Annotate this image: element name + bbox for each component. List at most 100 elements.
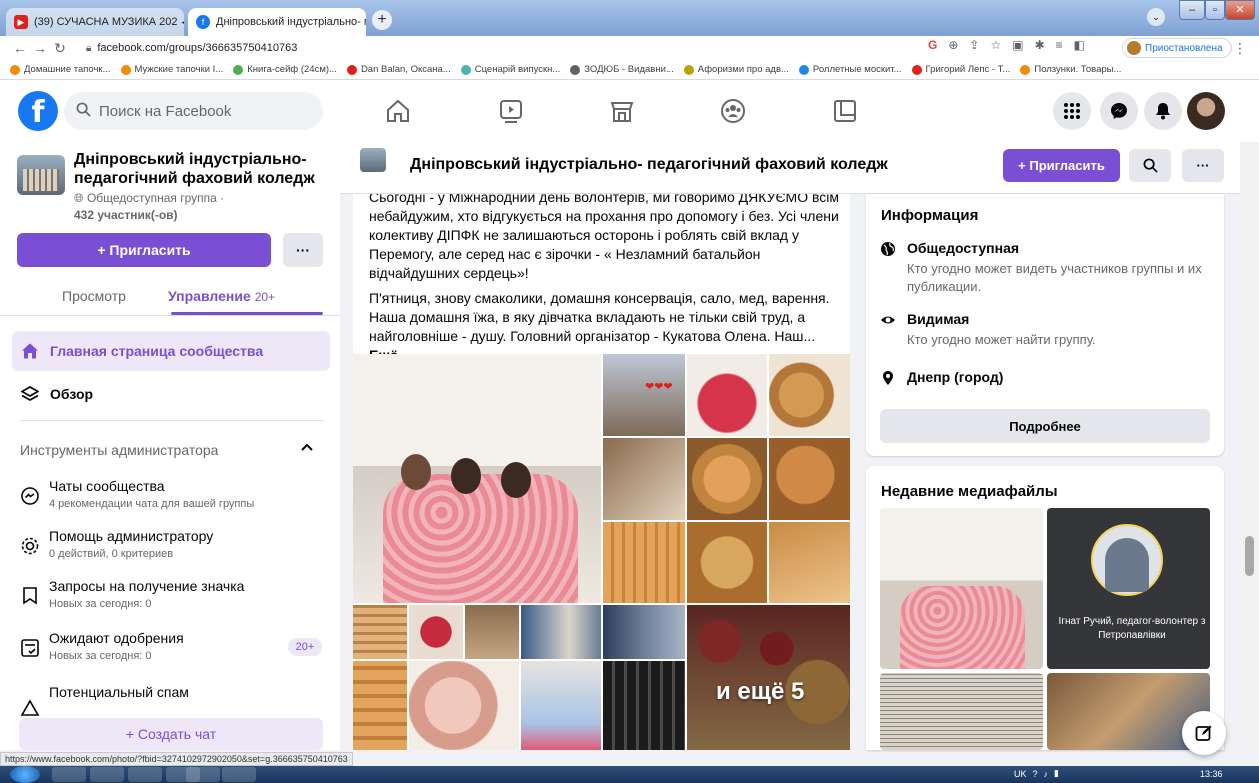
bookmark-item[interactable]: Роллетные москит... xyxy=(798,64,902,75)
group-thumbnail[interactable] xyxy=(17,155,65,195)
bookmark-item[interactable]: Ползунки. Товары... xyxy=(1020,64,1121,75)
bookmark-item[interactable]: Мужские тапочки I... xyxy=(120,64,223,75)
post-photo[interactable] xyxy=(603,522,685,603)
gaming-nav-icon[interactable] xyxy=(832,98,858,124)
bookmark-item[interactable]: Домашние тапочк... xyxy=(10,64,111,75)
maximize-window-button[interactable]: ▫ xyxy=(1205,0,1225,20)
taskbar-word[interactable] xyxy=(222,767,256,782)
info-location-text[interactable]: Днепр (город) xyxy=(907,369,1003,385)
video-nav-icon[interactable] xyxy=(498,98,524,124)
tab-view[interactable]: Просмотр xyxy=(62,288,126,304)
notifications-button[interactable] xyxy=(1144,92,1182,130)
post-photo[interactable] xyxy=(687,522,767,603)
post-photo[interactable] xyxy=(409,661,519,750)
post-photo[interactable] xyxy=(769,522,850,603)
post-photo[interactable] xyxy=(687,438,767,520)
minimize-window-button[interactable]: – xyxy=(1179,0,1205,20)
post-photo[interactable] xyxy=(353,354,601,603)
group-name[interactable]: Дніпровський індустріально- педагогічний… xyxy=(74,150,324,188)
volume-icon[interactable]: ♪ xyxy=(1044,769,1049,779)
post-photo[interactable]: ❤❤❤ xyxy=(603,354,685,436)
help-icon[interactable]: ? xyxy=(1033,769,1038,779)
details-button[interactable]: Подробнее xyxy=(880,409,1210,443)
post-photo[interactable] xyxy=(409,605,463,659)
scrollbar-thumb[interactable] xyxy=(1245,536,1254,576)
back-icon[interactable]: ← xyxy=(10,40,30,56)
tool-pending-approval[interactable]: Ожидают одобрения Новых за сегодня: 0 20… xyxy=(20,630,330,672)
marketplace-nav-icon[interactable] xyxy=(609,98,635,124)
chevron-up-icon[interactable] xyxy=(300,440,314,457)
forward-icon[interactable]: → xyxy=(30,40,50,56)
header-more-button[interactable]: ··· xyxy=(1182,149,1224,182)
post-photo[interactable] xyxy=(603,438,685,520)
reading-list-icon[interactable]: ≡ xyxy=(1056,38,1063,52)
audio-icon[interactable]: ◀︎ xyxy=(182,17,184,28)
post-photo[interactable] xyxy=(603,661,685,750)
menu-dots-icon[interactable]: ⋮ xyxy=(1230,40,1250,57)
nav-community-home[interactable]: Главная страница сообщества xyxy=(12,331,330,371)
language-indicator[interactable]: UK xyxy=(1014,769,1027,779)
media-thumbnail[interactable] xyxy=(1047,508,1210,669)
side-panel-icon[interactable]: ◧ xyxy=(1074,38,1085,52)
group-search-button[interactable] xyxy=(1129,149,1171,182)
facebook-search-input[interactable]: Поиск на Facebook xyxy=(64,92,323,130)
bookmark-star-icon[interactable]: ☆ xyxy=(990,38,1001,52)
more-options-button[interactable]: ··· xyxy=(283,233,323,267)
profile-paused-button[interactable]: Приостановлена xyxy=(1122,38,1232,58)
bookmark-item[interactable]: Афоризми про адв... xyxy=(683,64,789,75)
bookmark-item[interactable]: Dan Balan, Оксана... xyxy=(346,64,451,75)
puzzle-icon[interactable]: ✱ xyxy=(1035,38,1045,52)
post-photo[interactable] xyxy=(353,605,407,659)
home-nav-icon[interactable] xyxy=(385,98,411,124)
taskbar-clock[interactable]: 13:36 xyxy=(1200,769,1223,779)
group-header-name[interactable]: Дніпровський індустріально- педагогічний… xyxy=(410,156,888,174)
account-avatar[interactable] xyxy=(1187,92,1225,130)
google-icon[interactable]: G xyxy=(928,38,937,52)
post-photo[interactable] xyxy=(521,605,601,659)
taskbar-explorer[interactable] xyxy=(186,767,220,782)
address-bar[interactable]: 🔒︎ facebook.com/groups/366635750410763 xyxy=(86,38,906,58)
menu-grid-button[interactable] xyxy=(1053,92,1091,130)
tool-community-chats[interactable]: Чаты сообщества 4 рекомендации чата для … xyxy=(20,478,330,520)
page-scrollbar[interactable] xyxy=(1240,142,1259,750)
browser-tab-music[interactable]: ▶ (39) СУЧАСНА МУЗИКА 202 ◀︎ ✕ xyxy=(6,8,184,36)
tool-admin-assist[interactable]: Помощь администратору 0 действий, 0 крит… xyxy=(20,528,330,570)
bookmark-item[interactable]: Сценарій випускн... xyxy=(460,64,560,75)
nav-overview[interactable]: Обзор xyxy=(12,374,330,414)
more-photos-count[interactable]: и ещё 5 xyxy=(716,678,804,706)
zoom-icon[interactable]: ⊕ xyxy=(948,38,958,52)
new-tab-button[interactable]: + xyxy=(372,10,392,30)
post-photo[interactable] xyxy=(465,605,519,659)
browser-tab-group[interactable]: f Дніпровський індустріально- п ✕ xyxy=(188,8,366,36)
post-photo[interactable] xyxy=(603,605,685,659)
header-invite-button[interactable]: + Пригласить xyxy=(1003,149,1120,182)
tool-badge-requests[interactable]: Запросы на получение значка Новых за сег… xyxy=(20,578,330,620)
taskbar-ie[interactable] xyxy=(128,767,162,782)
create-chat-button[interactable]: + Создать чат xyxy=(19,718,323,750)
tab-search-icon[interactable]: ⌄ xyxy=(1147,8,1165,26)
bookmark-item[interactable]: ЗОДЮБ - Видавни... xyxy=(570,64,674,75)
close-window-button[interactable]: ✕ xyxy=(1225,0,1255,20)
media-thumbnail[interactable] xyxy=(880,508,1043,669)
network-icon[interactable]: ▮ xyxy=(1054,768,1059,779)
tab-manage[interactable]: Управление 20+ xyxy=(168,288,275,304)
taskbar-viber[interactable] xyxy=(90,767,124,782)
post-photo[interactable] xyxy=(353,661,407,750)
start-button[interactable] xyxy=(10,766,40,783)
messenger-button[interactable] xyxy=(1100,92,1138,130)
post-photo[interactable] xyxy=(521,661,601,750)
post-photo[interactable] xyxy=(769,354,850,436)
invite-button[interactable]: + Пригласить xyxy=(17,233,271,267)
facebook-logo-icon[interactable]: f xyxy=(18,91,58,131)
groups-nav-icon[interactable] xyxy=(720,98,746,124)
post-photo[interactable] xyxy=(769,438,850,520)
post-photo[interactable] xyxy=(687,354,767,436)
group-members-count[interactable]: 432 участник(-ов) xyxy=(74,208,178,222)
bookmark-item[interactable]: Книга-сейф (24см)... xyxy=(233,64,337,75)
share-icon[interactable]: ⇪ xyxy=(969,38,979,52)
media-thumbnail[interactable] xyxy=(880,673,1043,750)
extension-icon[interactable]: ▣ xyxy=(1012,38,1023,52)
compose-button[interactable] xyxy=(1182,711,1226,755)
taskbar-chrome[interactable] xyxy=(52,767,86,782)
reload-icon[interactable]: ↻ xyxy=(50,40,70,57)
